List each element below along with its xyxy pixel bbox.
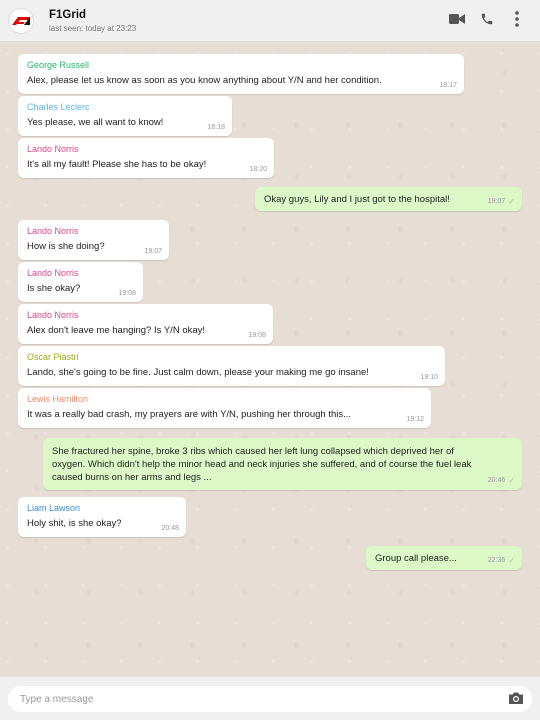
double-check-icon: ✓ [508,197,515,206]
f1-logo-icon[interactable] [8,7,34,34]
message-sender: Liam Lawson [27,503,81,513]
phone-icon[interactable] [478,10,496,28]
message-time: 20:48 [161,525,179,532]
video-camera-icon[interactable] [448,10,466,28]
composer-bar [0,676,540,720]
message-text: It's all my fault! Please she has to be … [27,159,207,170]
message-sender: Lando Norris [27,268,79,278]
message-text: Lando, she's going to be fine. Just calm… [27,367,369,378]
message-list[interactable]: George Russell Alex, please let us know … [0,42,540,676]
message-time: 22:36 [487,557,506,564]
message-sender: Charles Leclerc [27,102,90,112]
message-bubble[interactable]: Oscar Piastri Lando, she's going to be f… [18,346,445,386]
message-bubble[interactable]: Lando Norris It's all my fault! Please s… [18,138,274,178]
message-text: Alex don't leave me hanging? Is Y/N okay… [27,325,206,336]
message-text: Alex, please let us know as soon as you … [27,75,382,86]
message-text: She fractured her spine, broke 3 ribs wh… [52,446,472,483]
camera-icon[interactable] [508,691,524,707]
message-sender: Lando Norris [27,144,79,154]
chat-title[interactable]: F1Grid [49,9,136,21]
message-sender: Lando Norris [27,310,79,320]
message-bubble[interactable]: Lando Norris Alex don't leave me hanging… [18,304,273,344]
message-bubble[interactable]: Lando Norris Is she okay? 19:08 [18,262,143,302]
message-text: It was a really bad crash, my prayers ar… [27,409,352,420]
message-bubble[interactable]: George Russell Alex, please let us know … [18,54,464,94]
message-sender: Lando Norris [27,226,79,236]
message-text: How is she doing? [27,241,105,252]
message-bubble[interactable]: Lewis Hamilton It was a really bad crash… [18,388,431,428]
message-input-container[interactable] [8,686,532,712]
message-bubble[interactable]: She fractured her spine, broke 3 ribs wh… [43,438,522,490]
message-time: 18:20 [249,166,267,173]
message-time: 19:07 [144,248,162,255]
message-time: 19:08 [118,290,136,297]
chat-header: F1Grid last seen: today at 23:23 [0,0,540,42]
message-time: 20:46 [487,477,506,484]
message-time: 18:17 [439,82,457,89]
message-bubble[interactable]: Charles Leclerc Yes please, we all want … [18,96,232,136]
message-bubble[interactable]: Lando Norris How is she doing? 19:07 [18,220,169,260]
message-time: 18:18 [207,124,225,131]
message-input[interactable] [20,693,480,705]
message-sender: Lewis Hamilton [27,394,89,404]
message-text: Okay guys, Lily and I just got to the ho… [264,194,450,205]
last-seen-status: last seen: today at 23:23 [49,23,137,33]
message-bubble[interactable]: Group call please... 22:36 ✓ [366,546,522,570]
double-check-icon: ✓ [508,476,515,485]
message-time: 19:07 [487,198,506,205]
message-bubble[interactable]: Okay guys, Lily and I just got to the ho… [255,187,522,211]
message-time: 19:10 [420,374,438,381]
message-text: Yes please, we all want to know! [27,117,164,128]
message-text: Holy shit, is she okay? [27,518,122,529]
message-sender: Oscar Piastri [27,352,79,362]
message-time: 19:08 [248,332,266,339]
message-bubble[interactable]: Liam Lawson Holy shit, is she okay? 20:4… [18,497,186,537]
kebab-menu-icon[interactable] [508,10,526,28]
message-sender: George Russell [27,60,90,70]
message-time: 19:12 [406,416,424,423]
double-check-icon: ✓ [508,556,515,565]
